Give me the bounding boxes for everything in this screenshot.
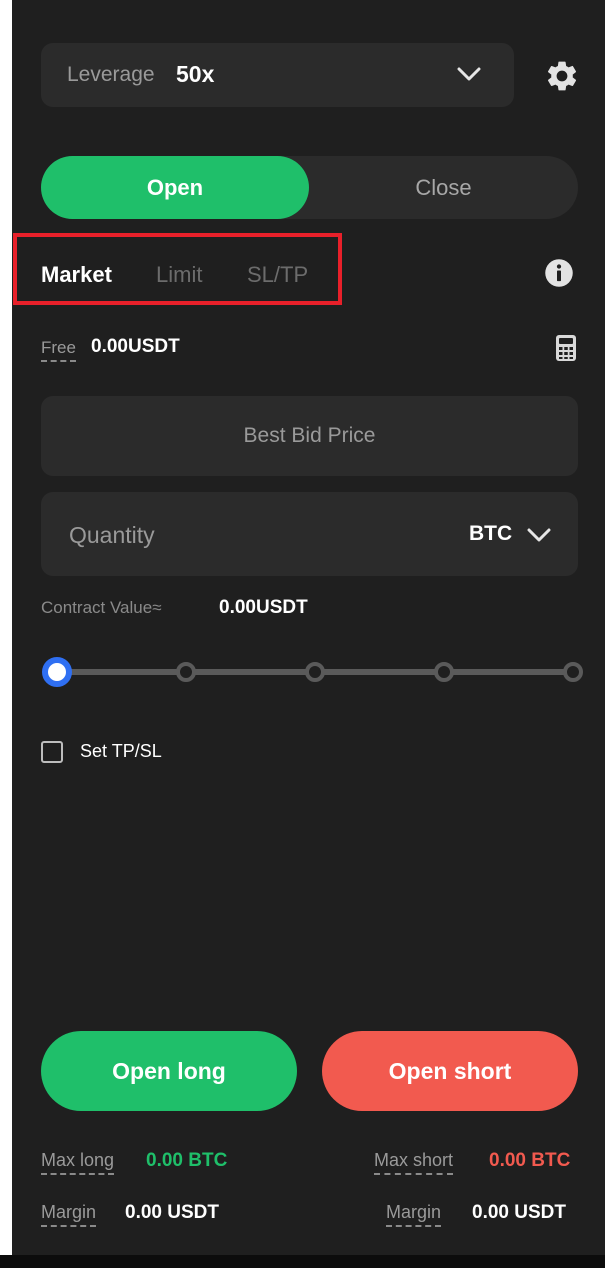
info-icon[interactable]: [544, 258, 574, 288]
size-slider[interactable]: [41, 654, 585, 690]
quantity-field: BTC: [41, 492, 578, 576]
margin-short-value: 0.00 USDT: [472, 1202, 566, 1223]
open-short-button[interactable]: Open short: [322, 1031, 578, 1111]
max-long-value: 0.00 BTC: [146, 1150, 228, 1171]
calculator-icon[interactable]: [555, 334, 577, 362]
margin-long-value: 0.00 USDT: [125, 1202, 219, 1223]
leverage-label: Leverage: [67, 63, 155, 86]
open-long-button[interactable]: Open long: [41, 1031, 297, 1111]
margin-short-label: Margin: [386, 1202, 442, 1227]
contract-value: 0.00USDT: [219, 597, 308, 618]
leverage-select[interactable]: Leverage 50x: [41, 43, 514, 107]
set-tpsl-checkbox[interactable]: [41, 741, 63, 763]
slider-stop[interactable]: [563, 662, 583, 682]
tab-close[interactable]: Close: [309, 156, 578, 219]
slider-thumb[interactable]: [42, 657, 72, 687]
tab-open[interactable]: Open: [41, 156, 309, 219]
free-value: 0.00USDT: [91, 336, 180, 357]
chevron-down-icon: [457, 67, 481, 81]
max-short-label: Max short: [374, 1150, 454, 1175]
open-close-toggle: Open Close: [41, 156, 578, 219]
price-field[interactable]: Best Bid Price: [41, 396, 578, 476]
bottom-edge: [0, 1255, 605, 1268]
chevron-down-icon: [527, 528, 551, 542]
max-long-label: Max long: [41, 1150, 115, 1175]
tab-market[interactable]: Market: [41, 262, 112, 288]
slider-stop[interactable]: [305, 662, 325, 682]
slider-stop[interactable]: [434, 662, 454, 682]
tab-limit[interactable]: Limit: [156, 262, 202, 288]
gear-icon[interactable]: [544, 58, 580, 94]
set-tpsl-label[interactable]: Set TP/SL: [80, 741, 162, 762]
unit-label: BTC: [469, 522, 513, 545]
leverage-value: 50x: [176, 61, 215, 87]
contract-value-label: Contract Value≈: [41, 598, 162, 617]
unit-select[interactable]: BTC: [467, 512, 567, 556]
free-label: Free: [41, 338, 76, 362]
trade-panel: Leverage 50x Open Close Market Limit SL/…: [12, 0, 605, 1255]
quantity-input[interactable]: [67, 512, 431, 558]
max-short-value: 0.00 BTC: [489, 1150, 571, 1171]
margin-long-label: Margin: [41, 1202, 97, 1227]
tab-sltp[interactable]: SL/TP: [247, 262, 308, 288]
slider-stop[interactable]: [176, 662, 196, 682]
